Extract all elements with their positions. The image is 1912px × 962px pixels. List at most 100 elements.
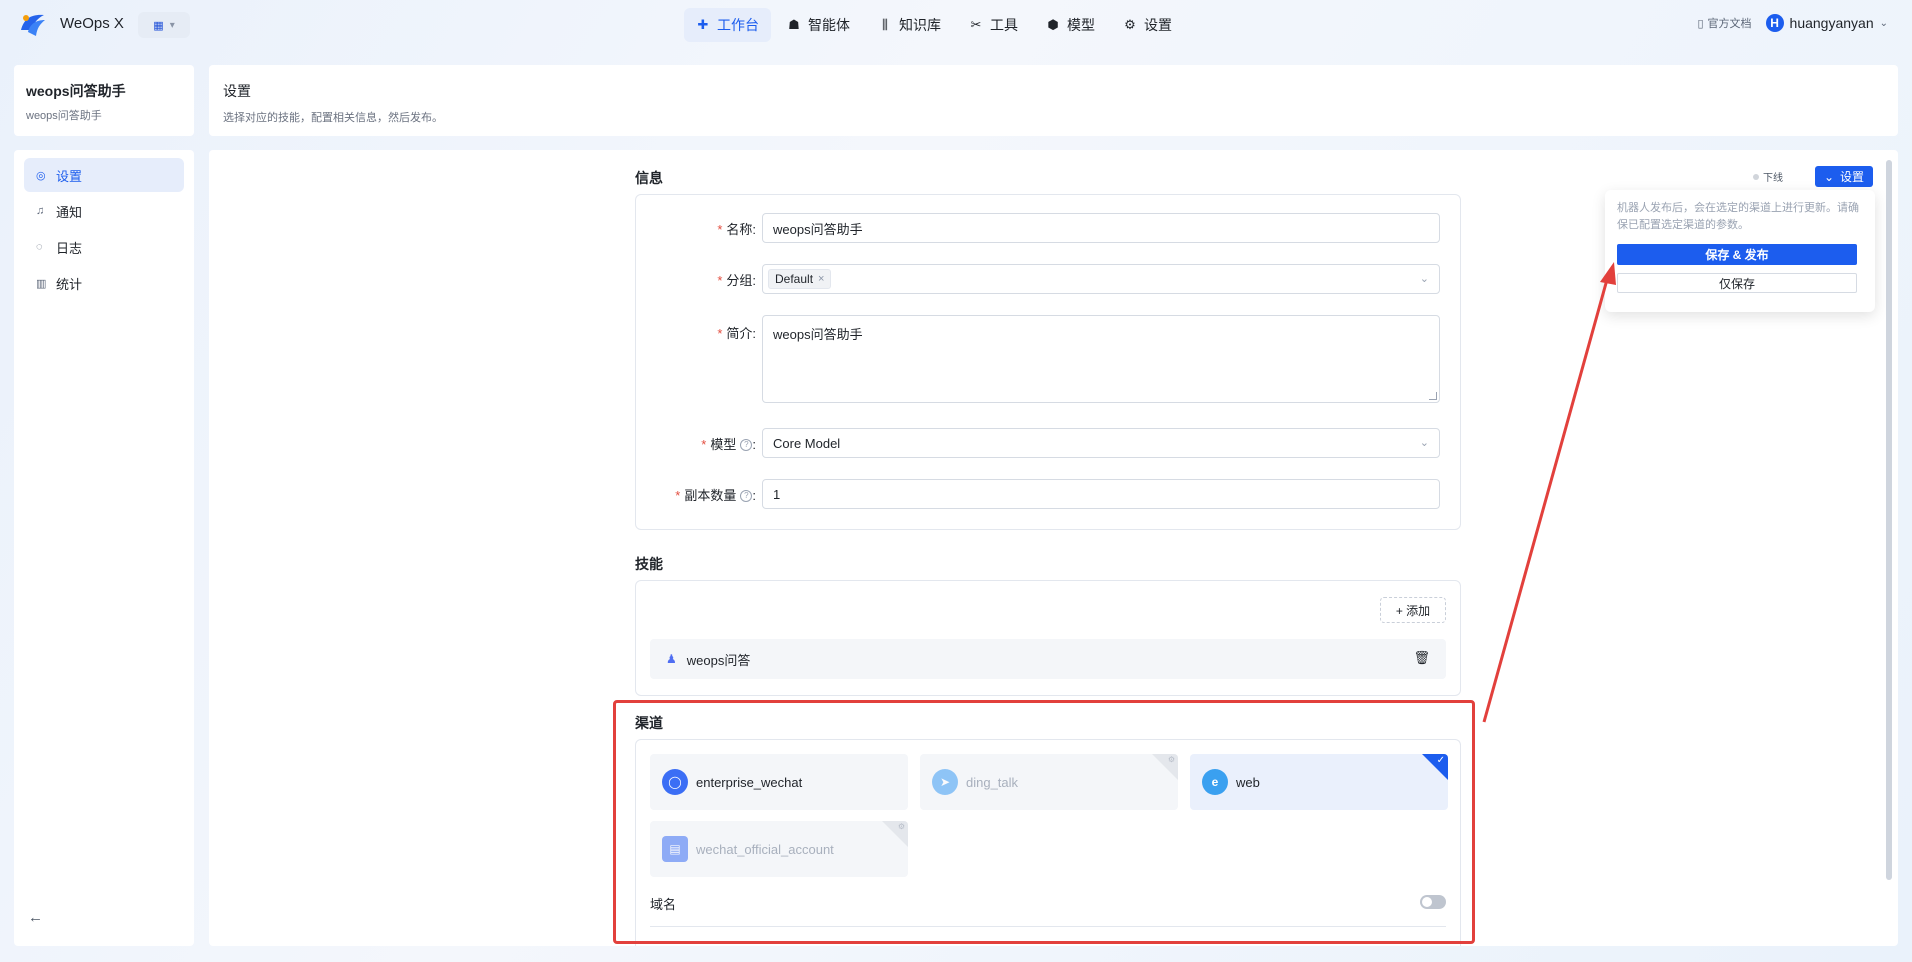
top-right-area: ▯ 官方文档 H huangyanyan ⌄ [1697, 14, 1888, 32]
nav-item-tools[interactable]: ✂ 工具 [957, 8, 1030, 42]
sidebar-item-stats[interactable]: ▥ 统计 [24, 266, 184, 300]
help-icon[interactable]: ? [740, 490, 753, 503]
app-title: WeOps X [60, 15, 124, 32]
settings-dropdown-button[interactable]: ⌄ 设置 [1815, 166, 1873, 187]
nav-item-settings[interactable]: ⚙ 设置 [1111, 8, 1184, 42]
replica-input[interactable]: 1 [762, 479, 1440, 509]
sidebar-item-notifications[interactable]: ♫ 通知 [24, 194, 184, 228]
sidebar-item-settings[interactable]: ◎ 设置 [24, 158, 184, 192]
robot-icon: ✚ [697, 17, 709, 32]
chevron-down-icon: ⌄ [1419, 273, 1429, 285]
collapse-sidebar-arrow-icon[interactable]: ← [28, 909, 43, 926]
offline-button[interactable]: 下线 [1753, 169, 1783, 184]
group-select[interactable]: Default × ⌄ [762, 264, 1440, 294]
sidebar-item-label: 通知 [56, 204, 83, 220]
tools-icon: ✂ [970, 17, 982, 32]
intro-label-text: 简介: [726, 326, 756, 341]
publish-popover: 机器人发布后，会在选定的渠道上进行更新。请确保已配置选定渠道的参数。 保存 & … [1605, 190, 1875, 312]
nav-label: 知识库 [899, 17, 941, 33]
intro-label: * 简介: [636, 315, 762, 342]
document-icon: ▯ [1697, 17, 1704, 30]
chevron-down-icon: ⌄ [1823, 169, 1835, 184]
weops-logo-icon [21, 14, 45, 36]
model-value: Core Model [773, 435, 841, 451]
scrollbar[interactable] [1886, 160, 1892, 880]
username: huangyanyan [1789, 15, 1874, 31]
settings-label: 设置 [1840, 170, 1865, 184]
caret-down-icon: ▾ [169, 19, 175, 31]
avatar: H [1765, 14, 1784, 32]
annotation-highlight-box [613, 700, 1475, 944]
delete-trash-icon[interactable]: 🗑 [1413, 650, 1430, 666]
model-label-text: 模型 [710, 436, 737, 452]
save-only-button[interactable]: 仅保存 [1617, 273, 1857, 293]
sidebar-item-label: 设置 [56, 168, 83, 184]
bell-icon: ♫ [36, 205, 45, 217]
nav-label: 工作台 [717, 17, 759, 33]
form-row-replicas: * 副本数量?: 1 [636, 479, 1460, 509]
gear-icon: ⚙ [1124, 17, 1136, 32]
name-label: * 名称: [636, 219, 762, 238]
docs-link[interactable]: ▯ 官方文档 [1697, 15, 1751, 31]
nav-label: 智能体 [808, 17, 850, 33]
agent-card: weops问答助手 weops问答助手 [14, 65, 194, 136]
intro-textarea[interactable]: weops问答助手 [762, 315, 1440, 403]
info-form: * 名称: weops问答助手 * 分组: Default × ⌄ * 简介: weop… [635, 194, 1461, 530]
sidebar: ◎ 设置 ♫ 通知 ◌ 日志 ▥ 统计 [14, 150, 194, 946]
replica-label-text: 副本数量 [684, 487, 737, 503]
resize-handle-icon[interactable] [1429, 392, 1437, 400]
grid-icon: ▦ [153, 19, 164, 32]
sidebar-item-logs[interactable]: ◌ 日志 [24, 230, 184, 264]
nav-item-knowledge[interactable]: ⫼ 知识库 [866, 8, 953, 42]
section-title-info: 信息 [635, 170, 663, 186]
app-switcher-button[interactable]: ▦ ▾ [138, 12, 190, 38]
nav-item-agents[interactable]: ☗ 智能体 [775, 8, 862, 42]
chart-icon: ▥ [36, 277, 47, 290]
nav-label: 工具 [990, 17, 1018, 33]
name-label-text: 名称: [726, 221, 756, 237]
sidebar-item-label: 统计 [56, 276, 83, 292]
skill-row: ♟ weops问答 🗑 [650, 639, 1446, 679]
intro-value: weops问答助手 [773, 327, 863, 342]
model-label: * 模型?: [636, 434, 762, 453]
cube-icon: ⬢ [1047, 17, 1059, 32]
main-nav: ✚ 工作台 ☗ 智能体 ⫼ 知识库 ✂ 工具 ⬢ 模型 ⚙ 设置 [684, 8, 1184, 42]
nav-item-models[interactable]: ⬢ 模型 [1034, 8, 1107, 42]
required-mark: * [675, 487, 681, 503]
form-row-model: * 模型?: Core Model ⌄ [636, 428, 1460, 458]
model-select[interactable]: Core Model ⌄ [762, 428, 1440, 458]
add-skill-button[interactable]: + 添加 [1380, 597, 1446, 623]
top-bar: WeOps X ▦ ▾ ✚ 工作台 ☗ 智能体 ⫼ 知识库 ✂ 工具 ⬢ 模型 … [0, 0, 1912, 50]
model-label-colon: : [752, 436, 756, 452]
chevron-down-icon: ⌄ [1879, 17, 1888, 29]
skill-bell-icon: ♟ [666, 652, 677, 666]
skill-label: weops问答 [686, 652, 751, 668]
agent-icon: ☗ [788, 17, 800, 32]
help-icon[interactable]: ? [740, 439, 753, 452]
page-header: 设置 选择对应的技能，配置相关信息，然后发布。 [209, 65, 1898, 136]
replica-label-colon: : [752, 487, 756, 503]
replica-value: 1 [773, 486, 781, 502]
page-title: 设置 [223, 83, 251, 99]
name-input[interactable]: weops问答助手 [762, 213, 1440, 243]
required-mark: * [701, 436, 707, 452]
popover-text: 机器人发布后，会在选定的渠道上进行更新。请确保已配置选定渠道的参数。 [1617, 202, 1859, 231]
replica-label: * 副本数量?: [636, 485, 762, 504]
agent-subtitle: weops问答助手 [26, 110, 102, 122]
gear-icon: ◎ [36, 169, 46, 182]
remove-tag-icon[interactable]: × [818, 273, 824, 285]
required-mark: * [717, 326, 723, 341]
user-menu[interactable]: H huangyanyan ⌄ [1765, 14, 1888, 32]
save-and-publish-button[interactable]: 保存 & 发布 [1617, 244, 1857, 265]
offline-label: 下线 [1763, 173, 1783, 184]
agent-name: weops问答助手 [26, 83, 126, 99]
section-title-skills: 技能 [635, 556, 663, 572]
chevron-down-icon: ⌄ [1419, 437, 1429, 449]
form-row-name: * 名称: weops问答助手 [636, 213, 1460, 243]
form-row-intro: * 简介: weops问答助手 [636, 315, 1460, 403]
group-tag-label: Default [775, 272, 814, 286]
required-mark: * [717, 272, 723, 288]
library-icon: ⫼ [882, 17, 888, 32]
nav-item-workbench[interactable]: ✚ 工作台 [684, 8, 771, 42]
nav-label: 设置 [1144, 17, 1172, 33]
